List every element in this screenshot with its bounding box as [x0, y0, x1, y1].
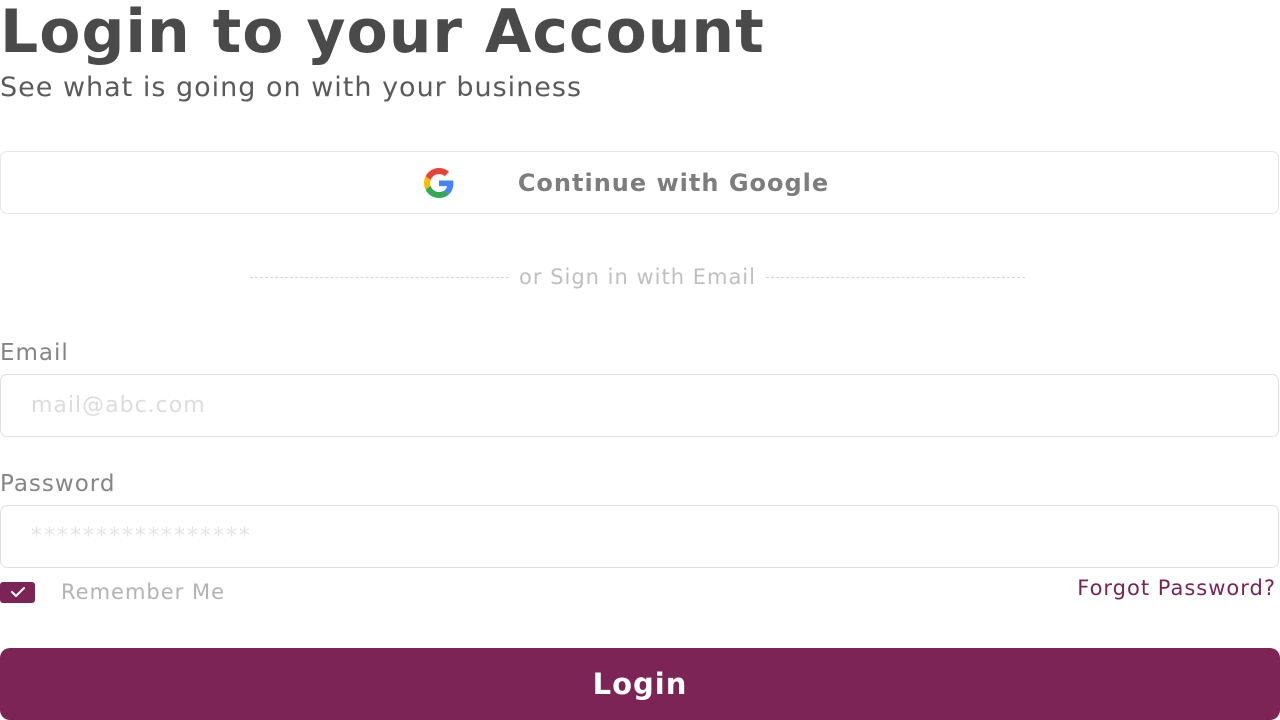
- divider-line-left: [250, 276, 510, 278]
- login-button[interactable]: Login: [0, 648, 1280, 720]
- email-label: Email: [0, 340, 69, 366]
- password-label: Password: [0, 471, 116, 497]
- divider-line-right: [765, 276, 1026, 278]
- google-logo-icon: [410, 167, 468, 199]
- check-icon: [10, 587, 25, 597]
- page-subtitle: See what is going on with your business: [0, 72, 583, 103]
- password-field[interactable]: [0, 505, 1279, 568]
- remember-me-checkbox[interactable]: Remember Me: [0, 578, 225, 606]
- forgot-password-link[interactable]: Forgot Password?: [1077, 576, 1276, 600]
- email-field[interactable]: [0, 374, 1279, 437]
- checkbox-box[interactable]: [0, 581, 35, 603]
- page-title: Login to your Account: [0, 0, 765, 67]
- remember-me-label: Remember Me: [61, 580, 225, 604]
- google-button-label: Continue with Google: [517, 168, 830, 197]
- continue-with-google-button[interactable]: Continue with Google: [0, 151, 1279, 214]
- login-page: Login to your Account See what is going …: [0, 0, 1280, 720]
- sign-in-divider: or Sign in with Email: [250, 262, 1026, 292]
- divider-text: or Sign in with Email: [519, 265, 756, 289]
